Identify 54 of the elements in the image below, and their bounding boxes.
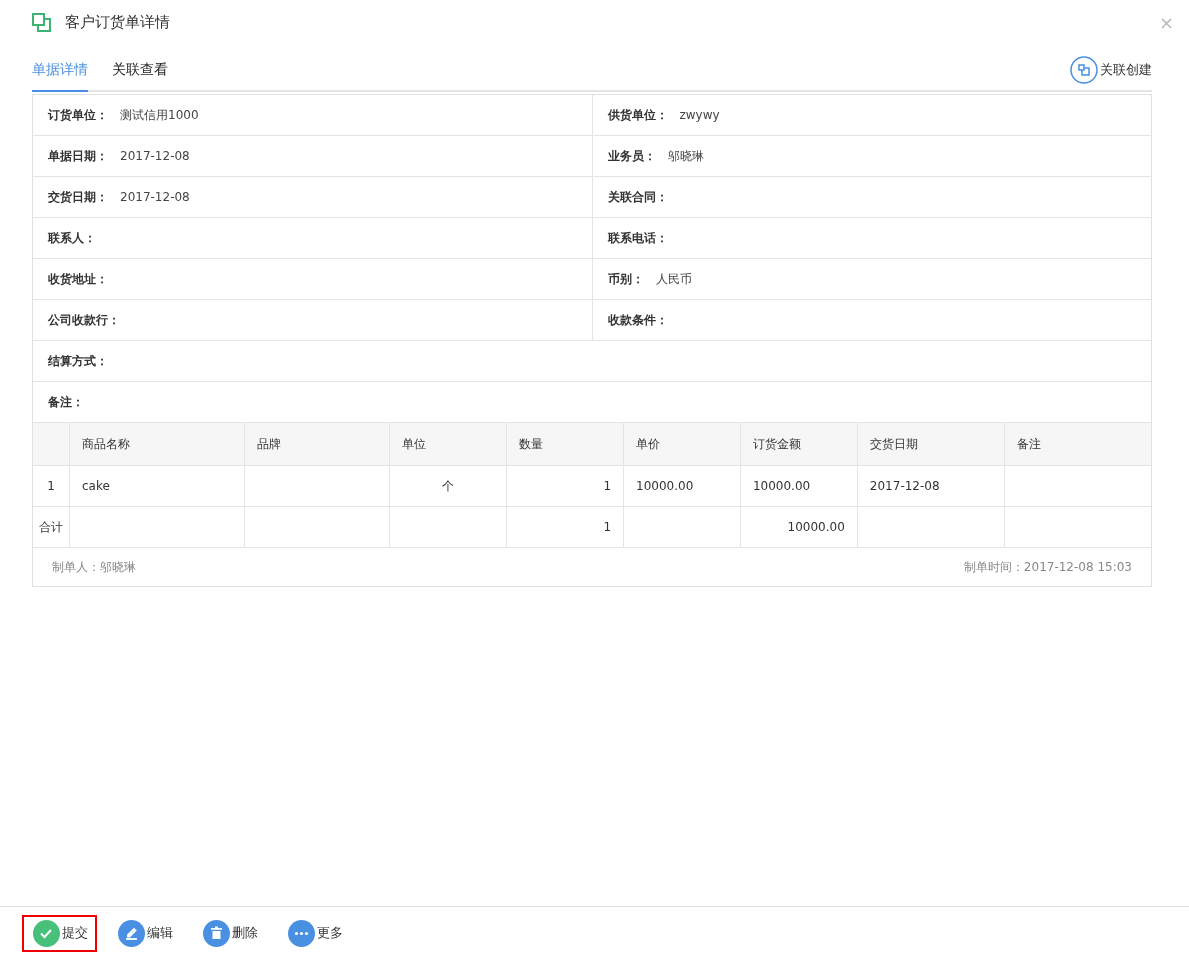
- field-value: 2017-12-08: [120, 149, 190, 163]
- field-label: 供货单位：: [607, 106, 668, 124]
- window-title: 客户订货单详情: [65, 12, 170, 32]
- column-header: 订货金额: [740, 423, 858, 466]
- table-cell: 1: [33, 465, 70, 507]
- trash-icon: [203, 919, 230, 947]
- field-label: 结算方式：: [48, 352, 108, 370]
- created-time-text: 制单时间：2017-12-08 15:03: [963, 558, 1132, 576]
- field-label: 公司收款行：: [48, 311, 120, 329]
- field-value: 邬晓琳: [667, 147, 704, 165]
- tab[interactable]: 单据详情: [32, 61, 88, 92]
- creator-text: 制单人：邬晓琳: [52, 558, 136, 576]
- column-header: 单价: [623, 423, 741, 466]
- field-label: 联系人：: [48, 229, 96, 247]
- submit-button[interactable]: 提交: [22, 914, 97, 952]
- field-label: 备注：: [48, 393, 84, 411]
- column-header: 品牌: [244, 423, 390, 466]
- table-cell: 个: [389, 465, 507, 507]
- total-cell: 1: [506, 506, 624, 548]
- column-header: 备注: [1004, 423, 1151, 466]
- windows-icon: [32, 12, 51, 32]
- tab[interactable]: 关联查看: [112, 61, 168, 92]
- table-cell: cake: [69, 465, 245, 507]
- table-cell: 10000.00: [623, 465, 741, 507]
- delete-button[interactable]: 删除: [192, 914, 267, 952]
- field-label: 币别：: [607, 270, 644, 288]
- check-icon: [33, 919, 60, 947]
- column-header: 交货日期: [857, 423, 1005, 466]
- column-header: 单位: [389, 423, 507, 466]
- field-label: 交货日期：: [48, 188, 108, 206]
- link-create-button[interactable]: 关联创建: [1070, 56, 1152, 84]
- field-label: 业务员：: [607, 147, 656, 165]
- total-cell: 合计: [33, 506, 70, 548]
- field-value: 人民币: [655, 270, 692, 288]
- field-label: 单据日期：: [48, 147, 108, 165]
- column-header: 数量: [506, 423, 624, 466]
- table-cell: 2017-12-08: [857, 465, 1005, 507]
- pencil-icon: [118, 919, 145, 947]
- field-label: 联系电话：: [607, 229, 668, 247]
- field-label: 关联合同：: [607, 188, 668, 206]
- link-icon: [1070, 56, 1098, 84]
- total-cell: 10000.00: [740, 506, 858, 548]
- table-cell: 1: [506, 465, 624, 507]
- field-label: 收款条件：: [607, 311, 668, 329]
- field-label: 订货单位：: [48, 106, 108, 124]
- table-cell: 10000.00: [740, 465, 858, 507]
- field-value: 2017-12-08: [120, 190, 190, 204]
- more-button[interactable]: 更多: [277, 914, 352, 952]
- more-icon: [288, 919, 315, 947]
- column-header: 商品名称: [69, 423, 245, 466]
- field-value: zwywy: [679, 108, 720, 122]
- edit-button[interactable]: 编辑: [107, 914, 182, 952]
- field-value: 测试信用1000: [120, 106, 199, 124]
- field-label: 收货地址：: [48, 270, 108, 288]
